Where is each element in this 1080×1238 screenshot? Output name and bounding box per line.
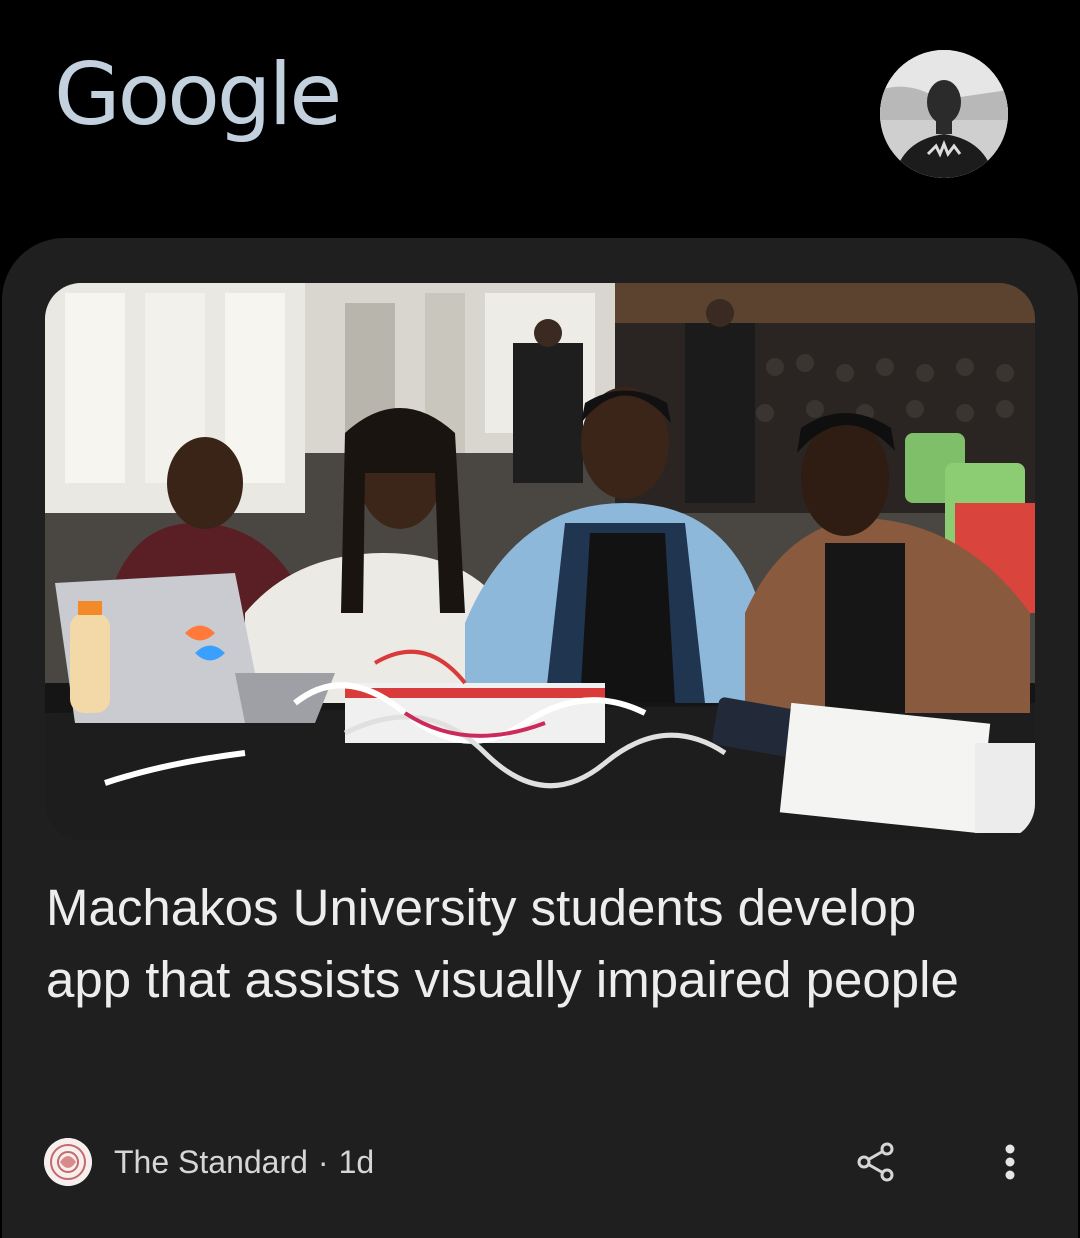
more-options-button[interactable] (982, 1134, 1038, 1190)
source-logo (44, 1138, 92, 1186)
news-image[interactable] (45, 283, 1035, 840)
share-icon (857, 1142, 894, 1182)
news-photo (45, 283, 1035, 840)
source-logo-icon (44, 1138, 92, 1186)
avatar-icon (880, 50, 1008, 178)
article-headline[interactable]: Machakos University students develop app… (46, 872, 1006, 1016)
more-vert-icon (1005, 1144, 1015, 1180)
article-age: 1d (338, 1143, 375, 1180)
article-meta: The Standard · 1d (44, 1134, 374, 1190)
app-header: Google (0, 0, 1080, 240)
share-button[interactable] (848, 1134, 904, 1190)
profile-avatar[interactable] (880, 50, 1008, 178)
meta-separator: · (317, 1143, 329, 1180)
source-name: The Standard (114, 1143, 308, 1180)
google-logo: Google (54, 45, 342, 145)
